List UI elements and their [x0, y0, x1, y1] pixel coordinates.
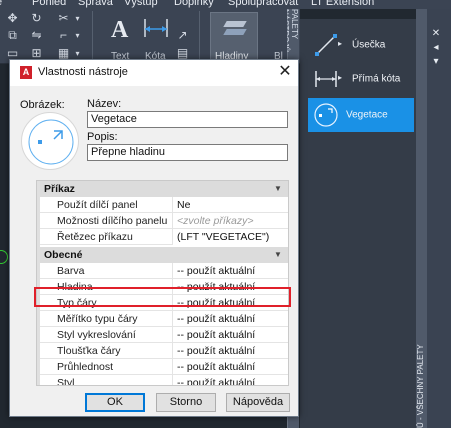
property-row[interactable]: Měřítko typu čáry -- použít aktuální [40, 311, 288, 327]
property-row-command-string[interactable]: Řetězec příkazu (LFT "VEGETACE") [40, 229, 288, 245]
menu-item-pohled[interactable]: Pohled [32, 0, 66, 8]
dropdown-arrow-icon[interactable]: ▾ [71, 29, 84, 42]
tool-properties-dialog: A Vlastnosti nástroje ✕ Obrázek: Název: … [9, 59, 299, 417]
property-key: Styl [57, 377, 75, 386]
menu-item-doplnky[interactable]: Doplňky [174, 0, 214, 8]
menu-item-vystup[interactable]: Výstup [124, 0, 158, 8]
leader-icon[interactable]: ↗ [176, 29, 189, 42]
description-label: Popis: [87, 131, 118, 143]
drawing-arc [0, 250, 8, 264]
property-row[interactable]: Tloušťka čáry -- použít aktuální [40, 343, 288, 359]
ribbon-separator [92, 11, 93, 63]
name-label: Název: [87, 98, 122, 110]
collapse-icon[interactable]: ▼ [274, 247, 282, 263]
name-input[interactable]: Vegetace [87, 111, 288, 128]
copy-icon[interactable]: ⧉ [6, 29, 19, 42]
trim-icon[interactable]: ✂ [57, 12, 70, 25]
palette-title-text: PALETY NÁSTROJŮ [287, 9, 299, 53]
command-string-highlight [34, 287, 291, 307]
layers-icon [225, 19, 245, 37]
rotate-icon[interactable]: ↻ [30, 12, 43, 25]
property-key: Průhlednost [57, 361, 114, 373]
palette-item-label: Úsečka [352, 39, 386, 51]
palette-item-label: Přímá kóta [352, 73, 401, 85]
dimension-tool-icon[interactable] [142, 17, 170, 45]
palette-item-linear-dimension[interactable]: ▸ Přímá kóta [308, 62, 414, 96]
collapse-icon[interactable]: ▼ [274, 181, 282, 197]
palette-properties-icon[interactable]: ▾ [430, 56, 442, 68]
vegetation-preview-icon [28, 119, 74, 165]
category-title: Obecné [44, 249, 83, 261]
property-row[interactable]: Použít dílčí panel Ne [40, 197, 288, 213]
palette-autohide-icon[interactable]: ◂ [430, 42, 442, 54]
tool-image-preview[interactable] [21, 112, 79, 170]
property-value[interactable]: -- použít aktuální [172, 263, 288, 279]
property-row[interactable]: Možnosti dílčího panelu <zvolte příkazy> [40, 213, 288, 229]
property-grid: Příkaz ▼ Použít dílčí panel Ne Možnosti … [36, 180, 289, 386]
dialog-title: Vlastnosti nástroje [38, 66, 128, 78]
property-row[interactable]: Průhlednost -- použít aktuální [40, 359, 288, 375]
property-value[interactable]: (LFT "VEGETACE") [172, 229, 288, 245]
vegetation-icon [312, 101, 340, 129]
category-title: Příkaz [44, 183, 75, 195]
palette-item-vegetation[interactable]: Vegetace [308, 98, 414, 132]
category-general[interactable]: Obecné ▼ [40, 247, 288, 263]
property-key: Řetězec příkazu [57, 231, 133, 243]
line-icon [314, 33, 338, 57]
palette-close-icon[interactable]: ✕ [430, 28, 442, 40]
property-key: Tloušťka čáry [57, 345, 121, 357]
menu-item-lt-extension[interactable]: LT Extension [311, 0, 374, 8]
image-label: Obrázek: [20, 99, 65, 111]
property-value[interactable]: -- použít aktuální [172, 311, 288, 327]
mirror-icon[interactable]: ⇋ [30, 29, 43, 42]
menu-item-spolupracovat[interactable]: Spolupracovat [228, 0, 298, 8]
property-key: Použít dílčí panel [57, 199, 138, 211]
linear-dimension-icon [314, 67, 338, 91]
dropdown-arrow-icon[interactable]: ▾ [71, 12, 84, 25]
property-key: Měřítko typu čáry [57, 313, 138, 325]
property-value[interactable]: Ne [172, 197, 288, 213]
description-input[interactable]: Přepne hladinu [87, 144, 288, 161]
flyout-arrow-icon: ▸ [338, 39, 343, 48]
fillet-icon[interactable]: ⌐ [57, 29, 70, 42]
palette-item-line[interactable]: ▸ Úsečka [308, 28, 414, 62]
category-command[interactable]: Příkaz ▼ [40, 181, 288, 197]
menu-bar: e Pohled Správa Výstup Doplňky Spoluprac… [0, 0, 451, 9]
property-value[interactable]: -- použít aktuální [172, 359, 288, 375]
property-key: Barva [57, 265, 85, 277]
close-icon[interactable]: ✕ [276, 63, 294, 81]
palette-control-bar [427, 9, 451, 428]
flyout-arrow-icon: ▸ [338, 73, 343, 82]
autocad-logo-icon: A [20, 66, 32, 79]
menu-item-e[interactable]: e [0, 0, 2, 8]
text-tool-icon[interactable]: A [106, 15, 134, 43]
menu-item-sprava[interactable]: Správa [78, 0, 113, 8]
property-value[interactable]: -- použít aktuální [172, 343, 288, 359]
property-row[interactable]: Barva -- použít aktuální [40, 263, 288, 279]
help-button[interactable]: Nápověda [226, 393, 290, 412]
property-value[interactable]: <zvolte příkazy> [172, 213, 288, 229]
move-icon[interactable]: ✥ [6, 12, 19, 25]
property-value[interactable]: -- použít aktuální [172, 327, 288, 343]
property-row[interactable]: Styl -- použít aktuální [40, 375, 288, 386]
ribbon-separator [199, 11, 200, 63]
property-key: Možnosti dílčího panelu [57, 215, 168, 227]
cancel-button[interactable]: Storno [156, 393, 216, 412]
property-value[interactable]: -- použít aktuální [172, 375, 288, 385]
palette-group-label[interactable]: Ů - VŠECHNY PALETY [416, 332, 427, 428]
property-key: Styl vykreslování [57, 329, 136, 341]
ok-button[interactable]: OK [85, 393, 145, 412]
palette-item-label: Vegetace [346, 109, 388, 121]
dialog-titlebar[interactable]: A Vlastnosti nástroje ✕ [10, 60, 298, 86]
property-row[interactable]: Styl vykreslování -- použít aktuální [40, 327, 288, 343]
ribbon: ✥ ↻ ✂ ▾ ⧉ ⇋ ⌐ ▾ ▭ ⊞ ▦ ▾ A Text Kóta ↗ ▤ … [0, 9, 300, 64]
svg-text:A: A [111, 17, 129, 43]
